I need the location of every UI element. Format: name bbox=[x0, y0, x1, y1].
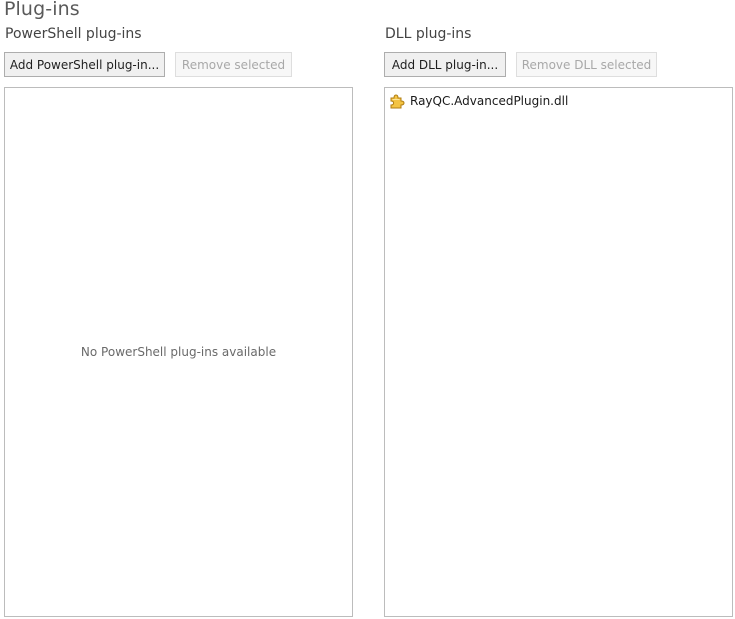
remove-dll-selected-button[interactable]: Remove DLL selected bbox=[516, 52, 657, 77]
puzzle-piece-icon bbox=[389, 93, 405, 109]
empty-list-message: No PowerShell plug-ins available bbox=[80, 345, 277, 359]
remove-selected-button[interactable]: Remove selected bbox=[175, 52, 292, 77]
list-item[interactable]: RayQC.AdvancedPlugin.dll bbox=[389, 93, 572, 109]
dll-section-title: DLL plug-ins bbox=[385, 26, 472, 42]
remove-selected-label: Remove selected bbox=[181, 57, 286, 72]
puzzle-piece-shape bbox=[390, 94, 405, 109]
powershell-plugin-list[interactable]: No PowerShell plug-ins available bbox=[4, 87, 353, 617]
add-powershell-plugin-button[interactable]: Add PowerShell plug-in... bbox=[4, 52, 165, 77]
add-dll-plugin-label: Add DLL plug-in... bbox=[391, 57, 499, 72]
powershell-section-title: PowerShell plug-ins bbox=[5, 26, 142, 42]
page-title: Plug-ins bbox=[4, 0, 80, 20]
remove-dll-selected-label: Remove DLL selected bbox=[521, 57, 652, 72]
add-powershell-plugin-label: Add PowerShell plug-in... bbox=[9, 57, 160, 72]
dll-plugin-list[interactable]: RayQC.AdvancedPlugin.dll bbox=[384, 87, 733, 617]
add-dll-plugin-button[interactable]: Add DLL plug-in... bbox=[384, 52, 506, 77]
list-item-label: RayQC.AdvancedPlugin.dll bbox=[410, 94, 569, 108]
